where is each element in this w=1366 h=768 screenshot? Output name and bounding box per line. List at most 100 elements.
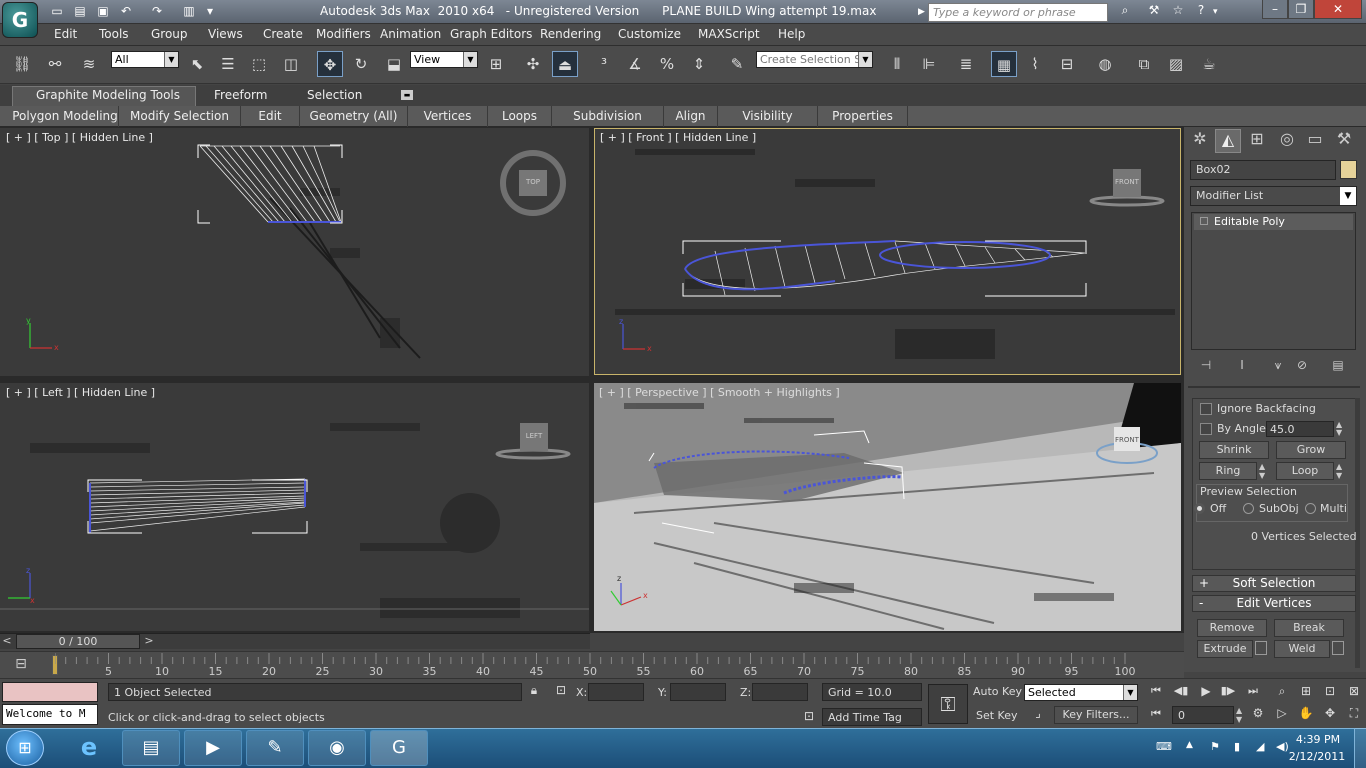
media-player-icon[interactable]: ▶ [184, 730, 242, 766]
menu-views[interactable]: Views [208, 27, 243, 41]
tab-selection[interactable]: Selection [307, 88, 362, 102]
clock-date[interactable]: 2/12/2011 [1286, 750, 1348, 763]
panel-subdivision[interactable]: Subdivision [552, 106, 664, 127]
mirror-icon[interactable]: ⫴ [884, 51, 910, 77]
set-key-mode-icon[interactable]: ⚿ [928, 684, 968, 724]
modify-tab-icon[interactable]: ◭ [1215, 129, 1241, 153]
show-end-result-icon[interactable]: Ⅰ [1232, 358, 1252, 376]
select-and-rotate-icon[interactable]: ↻ [348, 51, 374, 77]
panel-polygon-modeling[interactable]: Polygon Modeling [12, 106, 119, 127]
current-frame-field[interactable]: 0 [1172, 706, 1234, 724]
search-input[interactable]: Type a keyword or phrase [928, 3, 1108, 22]
weld-settings-icon[interactable] [1332, 641, 1344, 655]
ring-button[interactable]: Ring [1199, 462, 1257, 480]
internet-explorer-icon[interactable]: e [64, 730, 114, 766]
close-icon[interactable]: ✕ [1314, 0, 1362, 19]
keyboard-shortcut-override-icon[interactable]: ⏏ [552, 51, 578, 77]
loop-button[interactable]: Loop [1276, 462, 1334, 480]
maximize-icon[interactable]: ❐ [1288, 0, 1314, 19]
shrink-button[interactable]: Shrink [1199, 441, 1269, 459]
frame-spinner-icon[interactable]: ▲ ▼ [1236, 706, 1246, 724]
action-center-flag-icon[interactable]: ⚑ [1210, 740, 1224, 754]
new-file-icon[interactable]: ▭ [48, 3, 66, 20]
snaps-toggle-icon[interactable]: ³ [591, 51, 617, 77]
set-key-button[interactable]: Set Key [976, 709, 1018, 722]
key-mode-toggle-icon[interactable]: ⏮ [1146, 707, 1166, 723]
time-slider-prev-icon[interactable]: < [0, 634, 14, 649]
object-name-field[interactable]: Box02 [1190, 160, 1336, 180]
window-crossing-icon[interactable]: ◫ [278, 51, 304, 77]
menu-customize[interactable]: Customize [618, 27, 681, 41]
time-slider-thumb[interactable]: 0 / 100 [16, 634, 140, 649]
rectangular-selection-icon[interactable]: ⬚ [246, 51, 272, 77]
panel-edit[interactable]: Edit [241, 106, 300, 127]
edit-vertices-rollout-header[interactable]: - Edit Vertices [1192, 595, 1356, 612]
select-by-name-icon[interactable]: ☰ [215, 51, 241, 77]
go-to-start-icon[interactable]: ⏮ [1146, 684, 1166, 700]
viewport-front-label[interactable]: [ + ] [ Front ] [ Hidden Line ] [600, 131, 756, 144]
motion-tab-icon[interactable]: ◎ [1275, 129, 1299, 153]
preview-off-radio[interactable] [1194, 503, 1205, 514]
zoom-icon[interactable]: ⌕ [1272, 684, 1292, 702]
weld-button[interactable]: Weld [1274, 640, 1330, 658]
binoculars-icon[interactable]: ⌕ [1114, 3, 1136, 21]
menu-group[interactable]: Group [151, 27, 188, 41]
edit-named-selection-icon[interactable]: ✎ [724, 51, 750, 77]
material-editor-icon[interactable]: ◍ [1092, 51, 1118, 77]
render-setup-icon[interactable]: ⧉ [1131, 51, 1157, 77]
project-folder-icon[interactable]: ▥ [180, 3, 198, 20]
time-configuration-icon[interactable]: ⚙ [1250, 706, 1266, 724]
viewport-perspective-label[interactable]: [ + ] [ Perspective ] [ Smooth + Highlig… [599, 386, 840, 399]
menu-graph-editors[interactable]: Graph Editors [450, 27, 532, 41]
select-and-link-icon[interactable]: ⛓ [9, 51, 35, 77]
z-coord-field[interactable] [752, 683, 808, 701]
zoom-extents-all-icon[interactable]: ⊠ [1344, 684, 1364, 702]
key-set-dropdown[interactable]: Selected ▼ [1024, 684, 1138, 701]
viewport-perspective[interactable]: z x [ + ] [ Perspective ] [ Smooth + Hig… [594, 383, 1181, 631]
maxscript-listener-pink[interactable] [2, 682, 98, 702]
extrude-button[interactable]: Extrude [1197, 640, 1253, 658]
configure-sets-icon[interactable]: ▤ [1328, 358, 1348, 376]
panel-visibility[interactable]: Visibility [718, 106, 818, 127]
selection-filter-dropdown[interactable]: All ▼ [111, 51, 179, 68]
next-frame-icon[interactable]: ▮▶ [1218, 684, 1238, 700]
previous-frame-icon[interactable]: ◀▮ [1171, 684, 1191, 700]
absolute-mode-icon[interactable]: ⊡ [552, 683, 570, 701]
field-of-view-icon[interactable]: ▷ [1272, 706, 1292, 724]
percent-snap-icon[interactable]: % [654, 51, 680, 77]
panel-vertices[interactable]: Vertices [408, 106, 488, 127]
show-hidden-icons-icon[interactable]: ▲ [1186, 740, 1198, 754]
preview-multi-radio[interactable] [1305, 503, 1316, 514]
stack-item-editable-poly[interactable]: Editable Poly [1194, 214, 1353, 230]
break-button[interactable]: Break [1274, 619, 1344, 637]
application-button[interactable]: G [2, 2, 38, 38]
curve-editor-icon[interactable]: ⌇ [1022, 51, 1048, 77]
preview-subobj-radio[interactable] [1243, 503, 1254, 514]
pin-stack-icon[interactable]: ⊣ [1196, 358, 1216, 376]
ribbon-options-icon[interactable]: ▬ [401, 90, 413, 100]
clock-time[interactable]: 4:39 PM [1292, 733, 1344, 746]
menu-create[interactable]: Create [263, 27, 303, 41]
panel-geometry-all[interactable]: Geometry (All) [300, 106, 408, 127]
panel-loops[interactable]: Loops [488, 106, 552, 127]
auto-key-button[interactable]: Auto Key [973, 685, 1022, 698]
viewcube-front[interactable]: FRONT [1113, 178, 1141, 188]
menu-tools[interactable]: Tools [99, 27, 129, 41]
pivot-center-icon[interactable]: ⊞ [483, 51, 509, 77]
named-selection-sets-dropdown[interactable]: Create Selection Se ▼ [756, 51, 873, 68]
keyboard-icon[interactable]: ⌨ [1156, 740, 1172, 754]
maximize-viewport-icon[interactable]: ⛶ [1344, 706, 1364, 724]
time-slider-next-icon[interactable]: > [142, 634, 156, 649]
remove-modifier-icon[interactable]: ⊘ [1292, 358, 1312, 376]
mini-curve-editor-icon[interactable]: ⊟ [10, 656, 32, 674]
viewcube-perspective[interactable]: FRONT [1114, 436, 1140, 446]
extrude-settings-icon[interactable] [1255, 641, 1267, 655]
battery-icon[interactable]: ▮ [1234, 740, 1248, 754]
create-tab-icon[interactable]: ✲ [1188, 129, 1212, 153]
menu-animation[interactable]: Animation [380, 27, 441, 41]
utilities-tab-icon[interactable]: ⚒ [1332, 129, 1356, 153]
expand-icon[interactable] [1200, 217, 1208, 225]
remove-button[interactable]: Remove [1197, 619, 1267, 637]
windows-explorer-icon[interactable]: ▤ [122, 730, 180, 766]
chrome-icon[interactable]: ◉ [308, 730, 366, 766]
